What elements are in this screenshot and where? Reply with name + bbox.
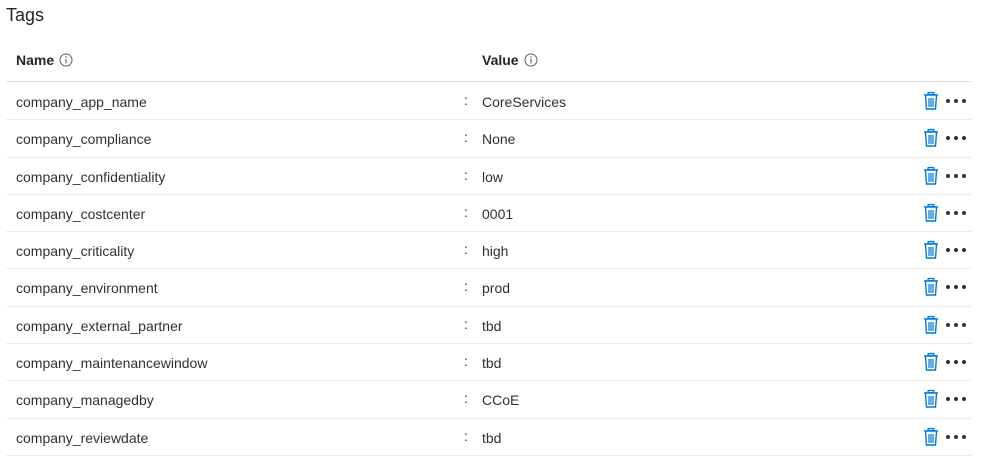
separator: : xyxy=(464,315,468,332)
tag-value[interactable]: low xyxy=(482,169,503,185)
trash-icon[interactable] xyxy=(921,315,941,335)
table-row: company_criticality : high xyxy=(6,232,972,270)
separator: : xyxy=(464,427,468,444)
tag-name[interactable]: company_managedby xyxy=(16,392,154,408)
table-row: company_managedby : CCoE xyxy=(6,381,972,419)
trash-icon[interactable] xyxy=(921,389,941,409)
column-header-name: Name xyxy=(16,51,73,69)
tag-value[interactable]: prod xyxy=(482,280,510,296)
tag-name[interactable]: company_compliance xyxy=(16,131,151,147)
table-row: company_environment : prod xyxy=(6,269,972,307)
info-icon[interactable] xyxy=(524,53,538,67)
page-title: Tags xyxy=(6,5,45,25)
separator: : xyxy=(464,203,468,220)
trash-icon[interactable] xyxy=(921,352,941,372)
trash-icon[interactable] xyxy=(921,427,941,447)
column-header-value: Value xyxy=(482,51,538,69)
tag-value[interactable]: tbd xyxy=(482,355,501,371)
tag-name[interactable]: company_confidentiality xyxy=(16,169,165,185)
more-horizontal-icon[interactable] xyxy=(944,240,968,260)
table-row: company_compliance : None xyxy=(6,120,972,158)
trash-icon[interactable] xyxy=(921,240,941,260)
trash-icon[interactable] xyxy=(921,166,941,186)
tag-value[interactable]: None xyxy=(482,131,515,147)
tag-name[interactable]: company_environment xyxy=(16,280,158,296)
more-horizontal-icon[interactable] xyxy=(944,166,968,186)
table-row: company_external_partner : tbd xyxy=(6,307,972,345)
tag-value[interactable]: 0001 xyxy=(482,206,513,222)
separator: : xyxy=(464,129,468,146)
more-horizontal-icon[interactable] xyxy=(944,203,968,223)
column-header-value-label: Value xyxy=(482,52,519,68)
trash-icon[interactable] xyxy=(921,203,941,223)
trash-icon[interactable] xyxy=(921,128,941,148)
tag-value[interactable]: tbd xyxy=(482,430,501,446)
column-header-name-label: Name xyxy=(16,52,55,68)
table-header: Name Value xyxy=(6,43,972,82)
tag-value[interactable]: CCoE xyxy=(482,392,519,408)
table-row: company_reviewdate : tbd xyxy=(6,419,972,456)
separator: : xyxy=(464,353,468,370)
trash-icon[interactable] xyxy=(921,91,941,111)
more-horizontal-icon[interactable] xyxy=(944,277,968,297)
more-horizontal-icon[interactable] xyxy=(944,91,968,111)
separator: : xyxy=(464,390,468,407)
more-horizontal-icon[interactable] xyxy=(944,352,968,372)
separator: : xyxy=(464,92,468,108)
tag-value[interactable]: CoreServices xyxy=(482,94,566,110)
tag-name[interactable]: company_criticality xyxy=(16,243,134,259)
table-row: company_confidentiality : low xyxy=(6,158,972,195)
separator: : xyxy=(464,278,468,295)
more-horizontal-icon[interactable] xyxy=(944,128,968,148)
separator: : xyxy=(464,166,468,183)
more-horizontal-icon[interactable] xyxy=(944,389,968,409)
more-horizontal-icon[interactable] xyxy=(944,427,968,447)
table-row: company_maintenancewindow : tbd xyxy=(6,344,972,382)
table-row: company_costcenter : 0001 xyxy=(6,195,972,233)
tag-name[interactable]: company_external_partner xyxy=(16,318,183,334)
trash-icon[interactable] xyxy=(921,277,941,297)
separator: : xyxy=(464,241,468,258)
more-horizontal-icon[interactable] xyxy=(944,315,968,335)
tags-table-body: company_app_name : CoreServices company_… xyxy=(6,83,972,456)
tag-name[interactable]: company_reviewdate xyxy=(16,430,148,446)
tag-name[interactable]: company_app_name xyxy=(16,94,147,110)
tag-name[interactable]: company_costcenter xyxy=(16,206,145,222)
tag-value[interactable]: tbd xyxy=(482,318,501,334)
tag-value[interactable]: high xyxy=(482,243,508,259)
table-row: company_app_name : CoreServices xyxy=(6,83,972,121)
info-icon[interactable] xyxy=(59,53,73,67)
tag-name[interactable]: company_maintenancewindow xyxy=(16,355,207,371)
